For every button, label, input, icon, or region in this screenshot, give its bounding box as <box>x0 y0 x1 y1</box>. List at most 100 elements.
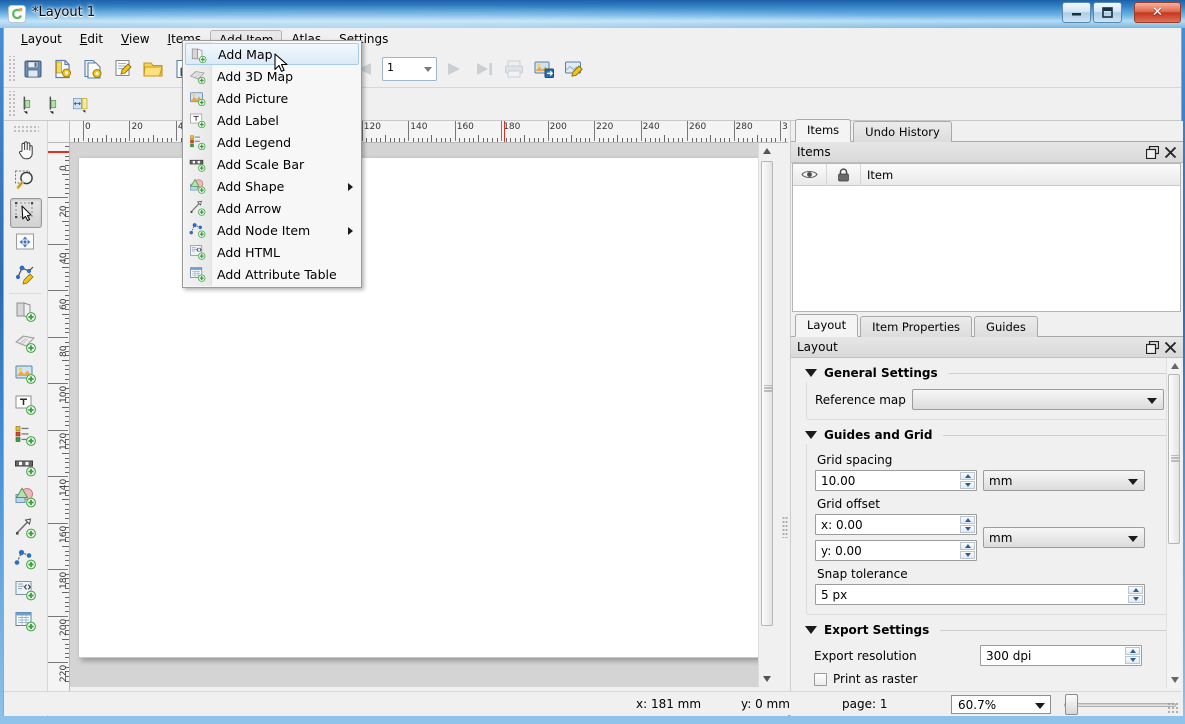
grid-offset-y-spin[interactable]: y: 0.00 <box>815 540 977 561</box>
atlas-last-feature-button[interactable] <box>469 54 499 84</box>
stepper-down-icon-4[interactable] <box>1128 595 1143 603</box>
zoom-slider-track[interactable] <box>1064 703 1176 707</box>
add-attribute-table-tool[interactable] <box>10 607 42 637</box>
grid-spacing-units-combo[interactable]: mm <box>983 470 1145 491</box>
stepper-up-icon-5[interactable] <box>1125 647 1140 655</box>
print-button[interactable] <box>499 54 529 84</box>
horizontal-ruler[interactable]: 02040120140160180200220240260280300 <box>70 121 788 143</box>
move-item-content-tool[interactable] <box>10 229 42 259</box>
zoom-tool[interactable] <box>10 167 42 197</box>
grid-offset-units-combo[interactable]: mm <box>983 527 1145 548</box>
menu-item-add-legend[interactable]: Add Legend <box>183 131 361 153</box>
menu-item-add-attribute-table[interactable]: Add Attribute Table <box>183 263 361 285</box>
snap-tolerance-stepper[interactable] <box>1128 586 1143 603</box>
stepper-up-icon-4[interactable] <box>1128 586 1143 594</box>
menu-item-add-3d-map[interactable]: Add 3D Map <box>183 65 361 87</box>
menu-item-add-picture[interactable]: Add Picture <box>183 87 361 109</box>
stepper-up-icon[interactable] <box>960 472 975 480</box>
align-items-button[interactable] <box>18 91 44 117</box>
export-resolution-spin[interactable]: 300 dpi <box>980 645 1142 666</box>
add-node-item-tool[interactable] <box>10 545 42 575</box>
add-scale-bar-tool[interactable] <box>10 452 42 482</box>
collapse-caret-icon[interactable] <box>805 369 817 377</box>
grid-offset-x-spin[interactable]: x: 0.00 <box>815 514 977 535</box>
add-arrow-tool[interactable] <box>10 514 42 544</box>
collapse-caret-icon-3[interactable] <box>805 626 817 634</box>
scroll-down-arrow[interactable] <box>759 671 775 687</box>
save-project-button[interactable] <box>18 54 48 84</box>
menu-item-add-scale-bar[interactable]: Add Scale Bar <box>183 153 361 175</box>
duplicate-layout-button[interactable] <box>78 54 108 84</box>
props-scroll-up-arrow[interactable] <box>1167 358 1182 374</box>
properties-scrollbar[interactable] <box>1166 358 1181 688</box>
layout-viewport[interactable] <box>70 143 774 687</box>
undock-icon[interactable] <box>1143 143 1161 161</box>
select-move-item-tool[interactable] <box>9 198 42 228</box>
collapse-caret-icon-2[interactable] <box>805 431 817 439</box>
open-template-button[interactable] <box>138 54 168 84</box>
add-html-tool[interactable] <box>10 576 42 606</box>
vertical-ruler[interactable]: 0 20 40 60 80 100 120 140 160 180 200 220 <box>48 143 70 701</box>
close-icon-2[interactable] <box>1161 338 1179 356</box>
zoom-slider-handle[interactable] <box>1065 694 1078 715</box>
zoom-level-combo[interactable]: 60.7% <box>951 695 1051 714</box>
align-toolbar-grip[interactable] <box>7 91 15 117</box>
snap-tolerance-spin[interactable]: 5 px <box>815 584 1145 605</box>
maximize-button[interactable] <box>1093 2 1122 23</box>
distribute-items-button[interactable] <box>44 91 70 117</box>
props-scroll-down-arrow[interactable] <box>1167 672 1182 688</box>
menu-item-add-html[interactable]: Add HTML <box>183 241 361 263</box>
panel-splitter[interactable] <box>782 516 788 538</box>
new-layout-button[interactable] <box>48 54 78 84</box>
add-map-tool[interactable] <box>10 297 42 327</box>
stepper-down-icon-2[interactable] <box>960 525 975 533</box>
menu-view[interactable]: View <box>112 29 158 49</box>
menu-item-add-shape[interactable]: Add Shape <box>183 175 361 197</box>
menu-item-add-label[interactable]: Add Label <box>183 109 361 131</box>
resize-grip[interactable] <box>1167 702 1179 714</box>
reference-map-combo[interactable] <box>911 389 1164 410</box>
export-pdf-button[interactable] <box>559 54 589 84</box>
stepper-up-icon-3[interactable] <box>960 542 975 550</box>
pan-layout-tool[interactable] <box>10 136 42 166</box>
add-legend-tool[interactable] <box>10 421 42 451</box>
items-tree[interactable]: Item <box>792 163 1181 312</box>
close-icon[interactable] <box>1161 143 1179 161</box>
stepper-down-icon-5[interactable] <box>1125 656 1140 664</box>
stepper-down-icon[interactable] <box>960 481 975 489</box>
add-picture-tool[interactable] <box>10 359 42 389</box>
canvas-vertical-scrollbar[interactable] <box>758 143 774 687</box>
export-settings-header[interactable]: Export Settings <box>805 623 1173 637</box>
menu-item-add-node-item[interactable]: Add Node Item <box>183 219 361 241</box>
scroll-up-arrow[interactable] <box>759 143 775 159</box>
resize-items-button[interactable] <box>70 91 96 117</box>
add-3d-map-tool[interactable] <box>10 328 42 358</box>
menu-layout[interactable]: Layout <box>12 29 71 49</box>
toolbar-grip[interactable] <box>7 55 15 82</box>
tab-undo-history[interactable]: Undo History <box>853 121 952 142</box>
grid-spacing-spin[interactable]: 10.00 <box>815 470 977 491</box>
print-as-raster-checkbox[interactable] <box>814 672 827 686</box>
guides-and-grid-header[interactable]: Guides and Grid <box>805 428 1173 442</box>
stepper-up-icon-2[interactable] <box>960 516 975 524</box>
props-scrollbar-thumb[interactable] <box>1168 374 1180 544</box>
lock-icon[interactable] <box>827 163 861 186</box>
atlas-feature-combo[interactable]: 1 <box>382 56 437 81</box>
tab-guides[interactable]: Guides <box>974 316 1038 337</box>
close-button[interactable]: ✕ <box>1134 2 1181 23</box>
general-settings-header[interactable]: General Settings <box>805 366 1173 380</box>
add-shape-tool[interactable] <box>10 483 42 513</box>
tab-items[interactable]: Items <box>795 119 852 142</box>
undock-icon-2[interactable] <box>1143 338 1161 356</box>
layout-manager-button[interactable] <box>108 54 138 84</box>
edit-nodes-tool[interactable] <box>10 260 42 290</box>
menu-edit[interactable]: Edit <box>71 29 112 49</box>
export-resolution-stepper[interactable] <box>1125 647 1140 664</box>
minimize-button[interactable] <box>1062 2 1091 23</box>
grid-offset-y-stepper[interactable] <box>960 542 975 559</box>
grid-spacing-stepper[interactable] <box>960 472 975 489</box>
tab-item-properties[interactable]: Item Properties <box>860 316 973 337</box>
stepper-down-icon-3[interactable] <box>960 551 975 559</box>
atlas-next-feature-button[interactable] <box>439 54 469 84</box>
add-label-tool[interactable] <box>10 390 42 420</box>
